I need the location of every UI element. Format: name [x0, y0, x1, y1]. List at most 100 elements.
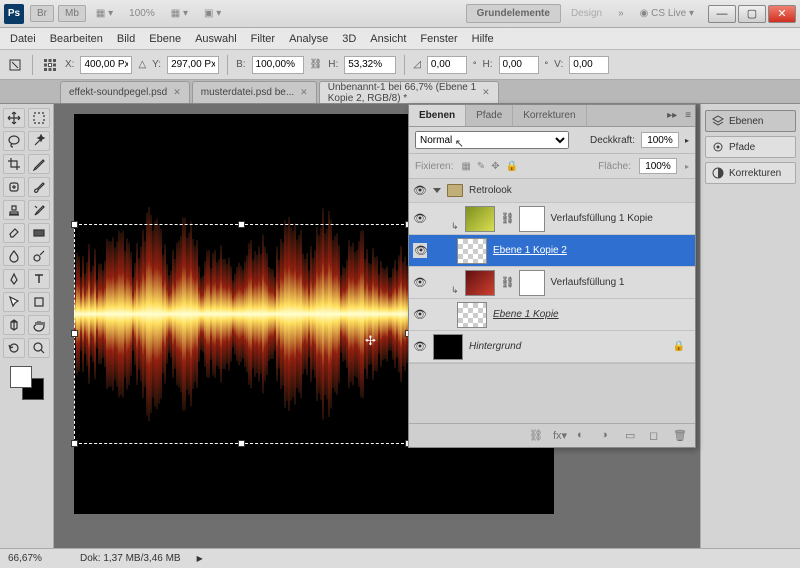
visibility-icon[interactable]: 👁 — [413, 212, 427, 225]
fill-flyout-icon[interactable]: ▸ — [685, 162, 689, 171]
lock-all-icon[interactable]: 🔒 — [506, 161, 518, 172]
menu-fenster[interactable]: Fenster — [420, 33, 457, 45]
stamp-tool[interactable] — [3, 200, 25, 220]
menu-3d[interactable]: 3D — [342, 33, 356, 45]
vskew-input[interactable] — [569, 56, 609, 74]
fill-input[interactable] — [639, 158, 677, 174]
rotate-view-tool[interactable] — [3, 338, 25, 358]
layer-group[interactable]: 👁 Retrolook — [409, 179, 695, 203]
blur-tool[interactable] — [3, 246, 25, 266]
trash-icon[interactable]: 🗑 — [673, 429, 687, 443]
menu-ebene[interactable]: Ebene — [149, 33, 181, 45]
visibility-icon[interactable]: 👁 — [413, 243, 427, 258]
history-brush-tool[interactable] — [28, 200, 50, 220]
layer-row[interactable]: 👁 Ebene 1 Kopie — [409, 299, 695, 331]
layer-name[interactable]: Verlaufsfüllung 1 — [551, 277, 625, 288]
lock-pixels-icon[interactable]: ✎ — [477, 161, 485, 172]
workspace-more[interactable]: » — [612, 6, 630, 21]
type-tool[interactable] — [28, 269, 50, 289]
layer-thumb[interactable] — [457, 238, 487, 264]
eraser-tool[interactable] — [3, 223, 25, 243]
link-wh-icon[interactable]: ⛓ — [310, 59, 323, 70]
fx-icon[interactable]: fx▾ — [553, 429, 567, 443]
move-tool[interactable] — [3, 108, 25, 128]
menu-filter[interactable]: Filter — [251, 33, 275, 45]
layer-thumb[interactable] — [465, 206, 495, 232]
layer-thumb[interactable] — [465, 270, 495, 296]
shape-tool[interactable] — [28, 292, 50, 312]
window-maximize[interactable]: ▢ — [738, 5, 766, 23]
workspace-design[interactable]: Design — [565, 6, 608, 21]
zoom-tool[interactable] — [28, 338, 50, 358]
color-swatches[interactable] — [10, 366, 44, 400]
marquee-tool[interactable] — [28, 108, 50, 128]
lasso-tool[interactable] — [3, 131, 25, 151]
y-input[interactable] — [167, 56, 219, 74]
menu-analyse[interactable]: Analyse — [289, 33, 328, 45]
path-select-tool[interactable] — [3, 292, 25, 312]
new-layer-icon[interactable]: ◻ — [649, 429, 663, 443]
gradient-tool[interactable] — [28, 223, 50, 243]
link-layers-icon[interactable]: ⛓ — [529, 429, 543, 443]
transform-tool-icon[interactable] — [6, 56, 24, 74]
lock-transparent-icon[interactable]: ▦ — [461, 161, 470, 172]
panel-menu-icon[interactable]: ≡ — [681, 105, 695, 126]
doc-tab-2[interactable]: Unbenannt-1 bei 66,7% (Ebene 1 Kopie 2, … — [319, 81, 499, 103]
hand-tool[interactable] — [28, 315, 50, 335]
layer-row-background[interactable]: 👁 Hintergrund 🔒 — [409, 331, 695, 363]
layer-thumb[interactable] — [457, 302, 487, 328]
bridge-button[interactable]: Br — [30, 5, 54, 22]
visibility-icon[interactable]: 👁 — [413, 340, 427, 353]
minibridge-button[interactable]: Mb — [58, 5, 86, 22]
layer-name[interactable]: Retrolook — [469, 185, 512, 196]
handle-s[interactable] — [238, 440, 245, 447]
doc-tab-1[interactable]: musterdatei.psd be...✕ — [192, 81, 317, 103]
visibility-icon[interactable]: 👁 — [413, 276, 427, 289]
layer-name[interactable]: Ebene 1 Kopie — [493, 309, 559, 320]
panel-tab-pfade[interactable]: Pfade — [466, 105, 513, 126]
handle-nw[interactable] — [71, 221, 78, 228]
workspace-grundelemente[interactable]: Grundelemente — [466, 4, 561, 23]
panel-collapse-icon[interactable]: ▸▸ — [663, 105, 681, 126]
panel-tab-ebenen[interactable]: Ebenen — [409, 105, 466, 126]
menu-hilfe[interactable]: Hilfe — [472, 33, 494, 45]
close-icon[interactable]: ✕ — [482, 87, 490, 98]
status-zoom[interactable]: 66,67% — [8, 553, 68, 564]
layer-row[interactable]: 👁 ↳ ⛓ Verlaufsfüllung 1 — [409, 267, 695, 299]
visibility-icon[interactable]: 👁 — [413, 308, 427, 321]
x-input[interactable] — [80, 56, 132, 74]
hskew-input[interactable] — [499, 56, 539, 74]
doc-tab-0[interactable]: effekt-soundpegel.psd✕ — [60, 81, 190, 103]
menu-datei[interactable]: Datei — [10, 33, 36, 45]
screen-mode-dropdown[interactable]: ▣ ▾ — [198, 6, 227, 21]
handle-w[interactable] — [71, 330, 78, 337]
handle-sw[interactable] — [71, 440, 78, 447]
healing-tool[interactable] — [3, 177, 25, 197]
visibility-icon[interactable]: 👁 — [413, 184, 427, 197]
disclosure-icon[interactable] — [433, 188, 441, 193]
menu-bild[interactable]: Bild — [117, 33, 135, 45]
blend-mode-select[interactable]: Normal — [415, 131, 569, 149]
panel-tab-korrekturen[interactable]: Korrekturen — [513, 105, 586, 126]
layer-mask[interactable] — [519, 270, 545, 296]
status-flyout-icon[interactable]: ▶ — [197, 554, 203, 563]
zoom-dropdown[interactable]: 100% — [123, 6, 161, 21]
w-input[interactable] — [252, 56, 304, 74]
foreground-color[interactable] — [10, 366, 32, 388]
dodge-tool[interactable] — [28, 246, 50, 266]
status-doc-size[interactable]: Dok: 1,37 MB/3,46 MB — [80, 553, 181, 564]
menu-bearbeiten[interactable]: Bearbeiten — [50, 33, 103, 45]
mask-icon[interactable]: ◐ — [577, 429, 591, 443]
reference-point-icon[interactable] — [41, 56, 59, 74]
menu-auswahl[interactable]: Auswahl — [195, 33, 237, 45]
group-icon[interactable]: ▭ — [625, 429, 639, 443]
layer-mask[interactable] — [519, 206, 545, 232]
pen-tool[interactable] — [3, 269, 25, 289]
wand-tool[interactable] — [28, 131, 50, 151]
close-icon[interactable]: ✕ — [173, 87, 181, 98]
adjustment-icon[interactable]: ◑ — [601, 429, 615, 443]
brush-tool[interactable] — [28, 177, 50, 197]
crop-tool[interactable] — [3, 154, 25, 174]
layer-thumb[interactable] — [433, 334, 463, 360]
lock-position-icon[interactable]: ✥ — [491, 161, 499, 172]
